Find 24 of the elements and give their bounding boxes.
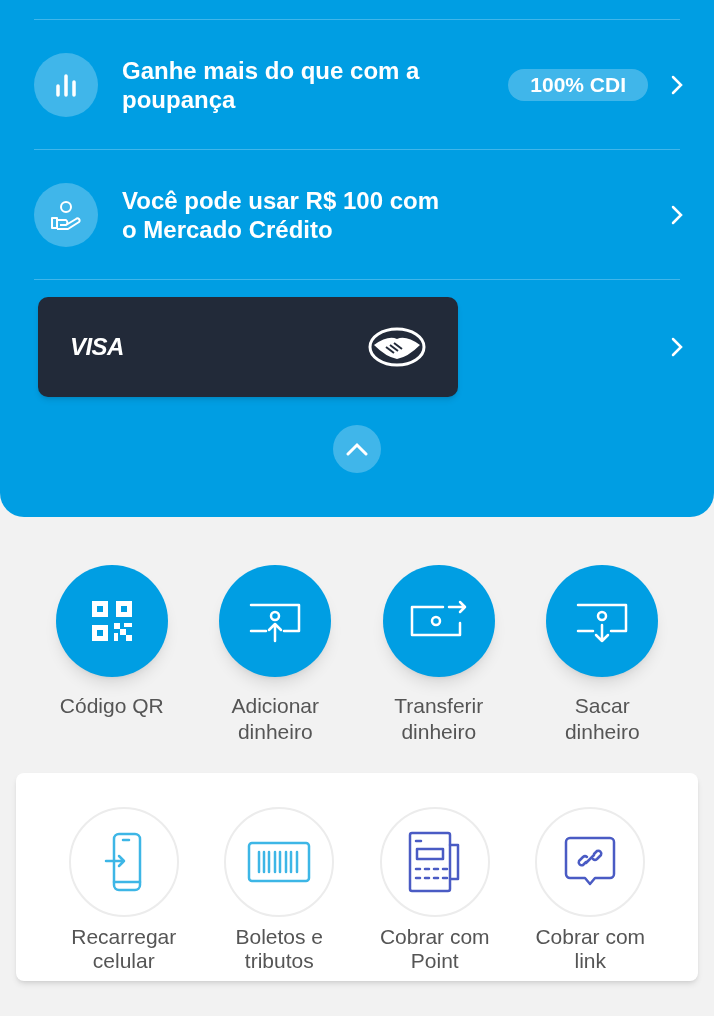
offer-text: Você pode usar R$ 100 com o Mercado Crédito bbox=[122, 185, 440, 244]
service-label: Recarregar celular bbox=[70, 925, 178, 973]
chevron-up-icon bbox=[345, 442, 369, 456]
action-label: Código QR bbox=[58, 693, 165, 719]
payment-card[interactable]: VISA bbox=[38, 296, 458, 397]
service-label: Cobrar com Point bbox=[378, 925, 491, 973]
service-label: Cobrar com link bbox=[534, 925, 647, 973]
rate-badge: 100% CDI bbox=[508, 68, 648, 101]
chevron-right-icon bbox=[670, 73, 684, 96]
chevron-right-icon[interactable] bbox=[670, 335, 684, 358]
barcode-icon bbox=[247, 841, 312, 883]
offer-text: Ganhe mais do que com a poupança bbox=[122, 55, 421, 114]
chevron-right-icon bbox=[670, 203, 684, 226]
collapse-button[interactable] bbox=[333, 425, 381, 473]
handshake-logo-icon bbox=[368, 326, 426, 367]
phone-arrow-icon bbox=[103, 832, 144, 892]
action-label: Adicionar dinheiro bbox=[230, 693, 321, 745]
card-brand: VISA bbox=[70, 331, 124, 362]
action-label: Sacar dinheiro bbox=[563, 693, 641, 745]
offer-row[interactable]: Você pode usar R$ 100 com o Mercado Crédito bbox=[34, 150, 680, 280]
service-label: Boletos e tributos bbox=[234, 925, 325, 973]
action-label: Transferir dinheiro bbox=[393, 693, 485, 745]
qr-code-icon bbox=[89, 599, 134, 643]
offer-row[interactable]: Ganhe mais do que com a poupança 100% CDI bbox=[34, 20, 680, 150]
